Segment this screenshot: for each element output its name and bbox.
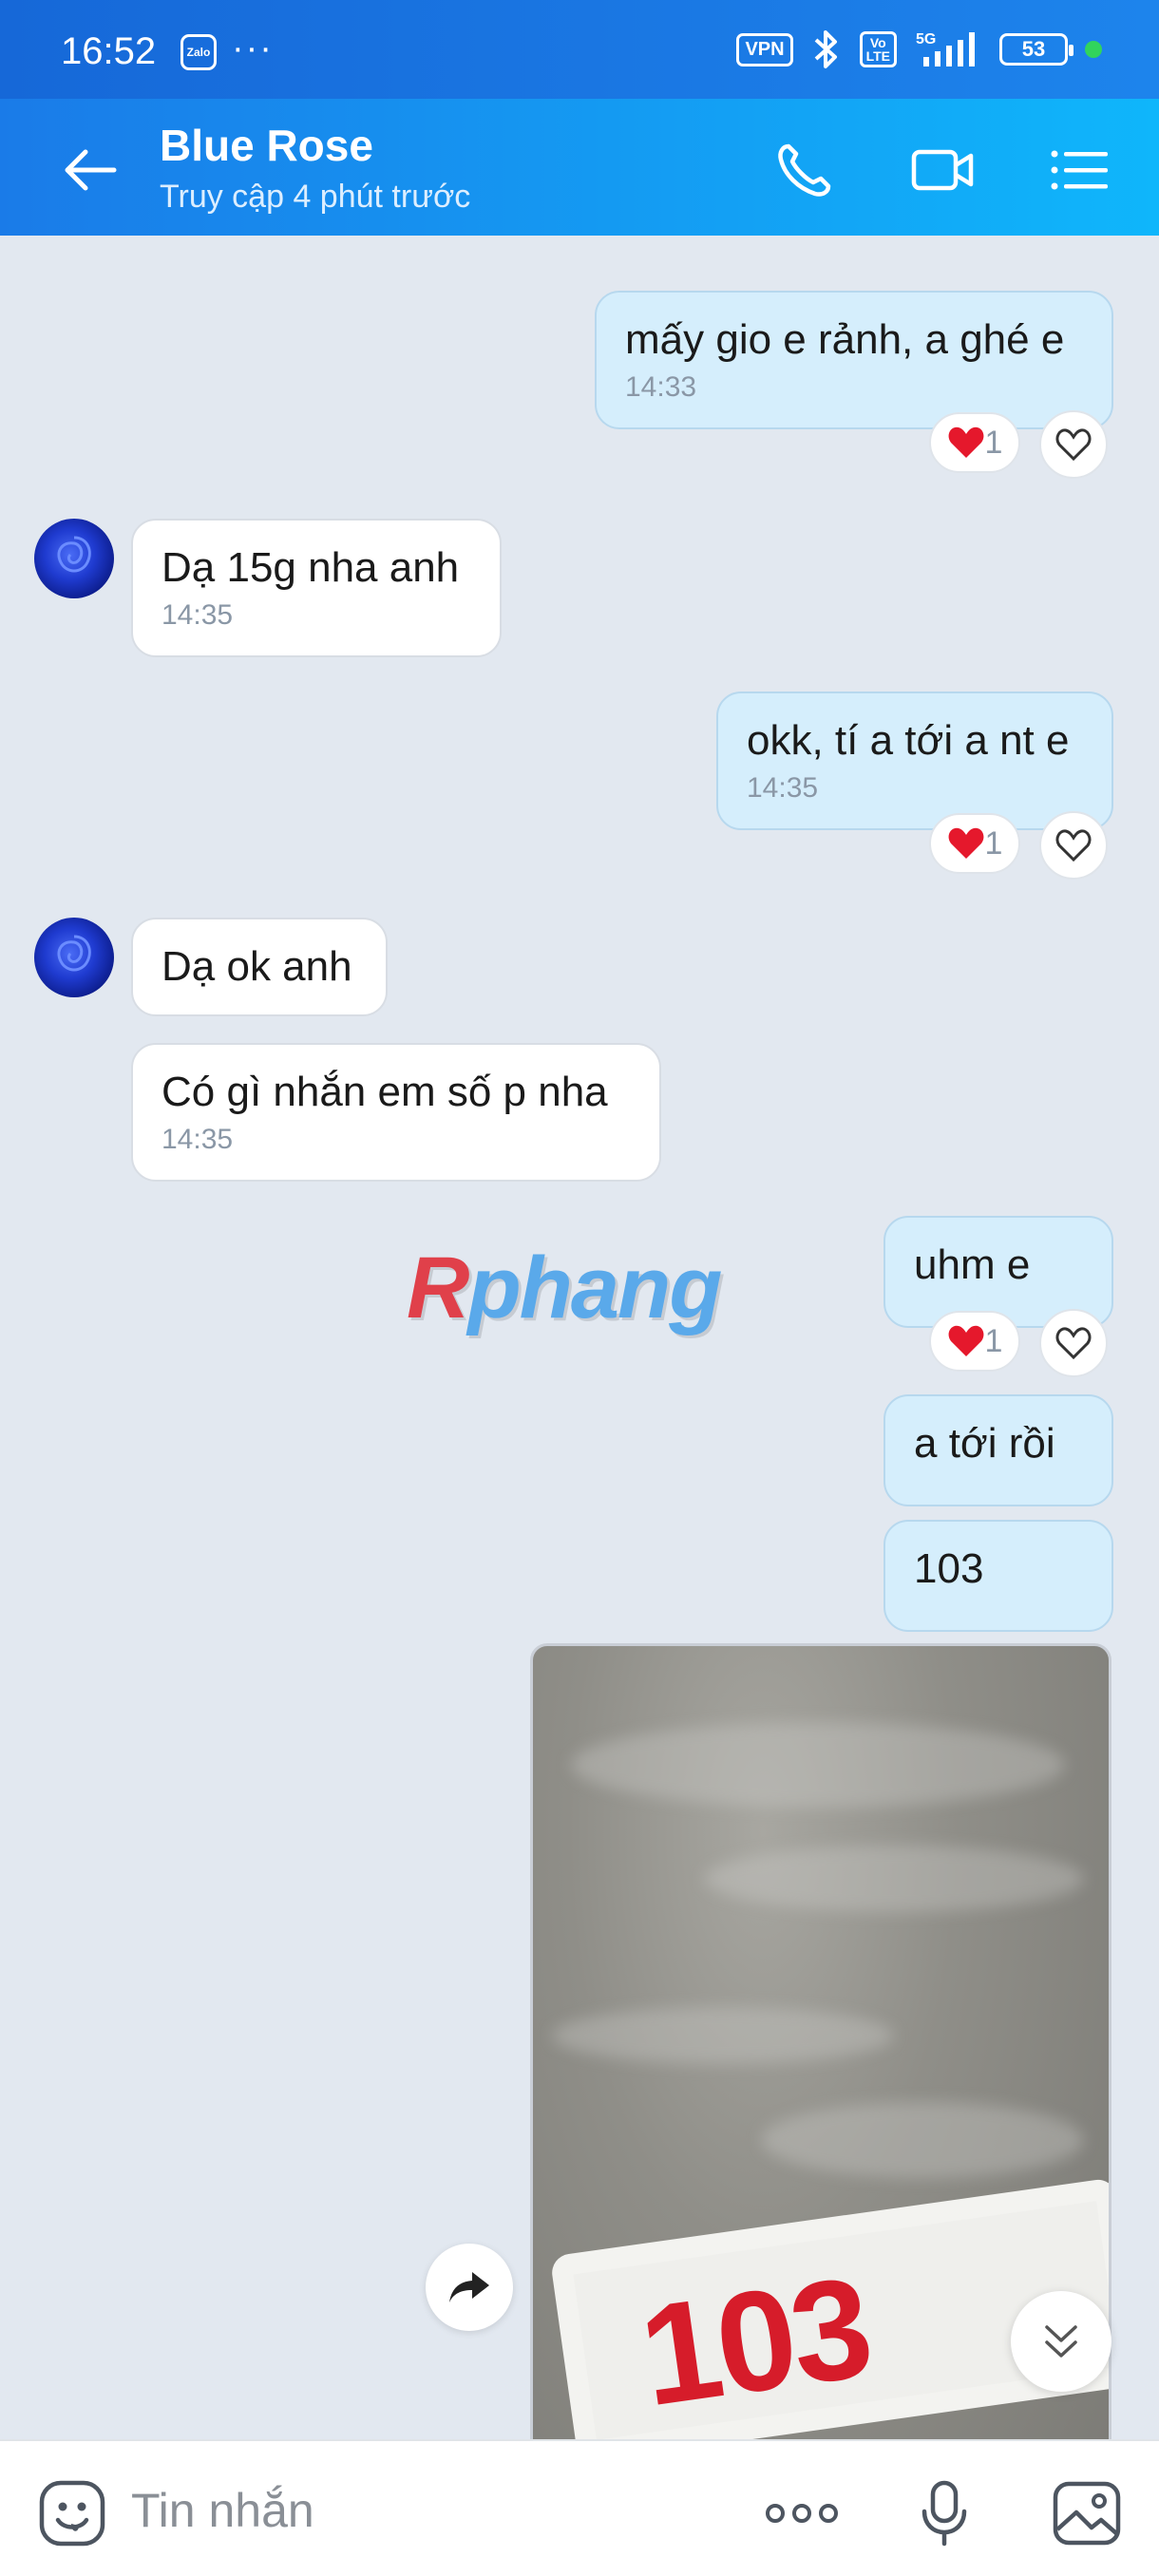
reaction-badge[interactable]: 1 [929,813,1020,874]
blue-rose-avatar-icon [57,935,91,972]
message-text: uhm e [914,1241,1031,1288]
scroll-to-bottom-button[interactable] [1011,2291,1112,2392]
message-text: okk, tí a tới a nt e [747,717,1070,764]
react-heart-button[interactable] [1039,410,1108,479]
bluetooth-icon [814,30,837,68]
heart-outline-icon [1055,428,1092,462]
emoji-sticker-icon [39,2480,105,2547]
message-bubble-incoming[interactable]: Có gì nhắn em số p nha 14:35 [131,1043,661,1182]
battery-icon: 53 [999,33,1074,66]
back-arrow-icon[interactable] [57,137,124,203]
double-chevron-down-icon [1045,2325,1077,2358]
heart-outline-icon [1055,829,1092,862]
react-heart-button[interactable] [1039,1309,1108,1377]
message-bubble-incoming[interactable]: Dạ ok anh [131,918,388,1016]
heart-filled-icon [948,426,983,458]
photo-message[interactable]: 103 [530,1643,1112,2576]
heart-filled-icon [948,1325,983,1356]
more-options-button[interactable] [764,2475,840,2551]
privacy-dot-icon [1085,41,1102,58]
video-call-icon[interactable] [910,137,977,203]
image-picker-button[interactable] [1049,2475,1125,2551]
more-dots-icon [766,2504,838,2523]
last-seen-status: Truy cập 4 phút trước [160,179,471,215]
image-gallery-icon [1053,2481,1121,2546]
message-input[interactable]: Tin nhắn [131,2483,314,2538]
blue-rose-avatar-icon [57,536,91,573]
message-text: a tới rồi [914,1420,1055,1467]
heart-filled-icon [948,827,983,859]
message-bubble-outgoing[interactable]: 103 [884,1520,1113,1632]
chat-menu-icon[interactable] [1047,137,1113,203]
contact-name[interactable]: Blue Rose [160,120,373,171]
reaction-count: 1 [984,824,1003,862]
signal-5g-icon: 5G [916,31,975,66]
message-bubble-outgoing[interactable]: a tới rồi [884,1394,1113,1506]
reaction-badge[interactable]: 1 [929,1311,1020,1372]
room-number-text: 103 [631,2245,878,2436]
message-text: Dạ ok anh [162,943,352,990]
microphone-icon [922,2480,967,2547]
forward-arrow-icon [449,2272,489,2302]
forward-button[interactable] [426,2244,513,2331]
message-text: 103 [914,1545,984,1592]
message-time: 14:35 [162,599,234,631]
reaction-count: 1 [984,1322,1003,1359]
message-time: 14:33 [625,371,697,403]
vpn-icon: VPN [736,32,793,66]
contact-avatar[interactable] [34,918,114,997]
volte-icon: Vo LTE [859,31,897,67]
watermark-logo: Rphang [407,1240,722,1336]
svg-text:5G: 5G [916,31,936,47]
message-text: Dạ 15g nha anh [162,544,460,591]
reaction-count: 1 [984,424,1003,461]
message-time: 14:35 [162,1124,234,1155]
message-time: 14:35 [747,772,819,804]
sticker-button[interactable] [34,2475,110,2551]
status-time: 16:52 [61,30,157,72]
message-bubble-outgoing[interactable]: okk, tí a tới a nt e 14:35 [716,691,1113,830]
message-input-bar: Tin nhắn [0,2439,1159,2576]
phone-call-icon[interactable] [771,137,838,203]
message-bubble-incoming[interactable]: Dạ 15g nha anh 14:35 [131,519,502,657]
status-bar: 16:52 Zalo ··· VPN Vo LTE 5G 53 [0,0,1159,99]
voice-message-button[interactable] [906,2475,982,2551]
react-heart-button[interactable] [1039,811,1108,880]
chat-header: Blue Rose Truy cập 4 phút trước [0,99,1159,236]
heart-outline-icon [1055,1327,1092,1360]
message-text: Có gì nhắn em số p nha [162,1069,608,1115]
message-text: mấy gio e rảnh, a ghé e [625,316,1065,363]
message-bubble-outgoing[interactable]: mấy gio e rảnh, a ghé e 14:33 [595,291,1113,429]
status-indicators: VPN Vo LTE 5G 53 [736,28,1102,70]
zalo-notification-icon: Zalo [180,34,217,70]
contact-avatar[interactable] [34,519,114,598]
reaction-badge[interactable]: 1 [929,412,1020,473]
more-notifications-icon: ··· [232,28,274,68]
